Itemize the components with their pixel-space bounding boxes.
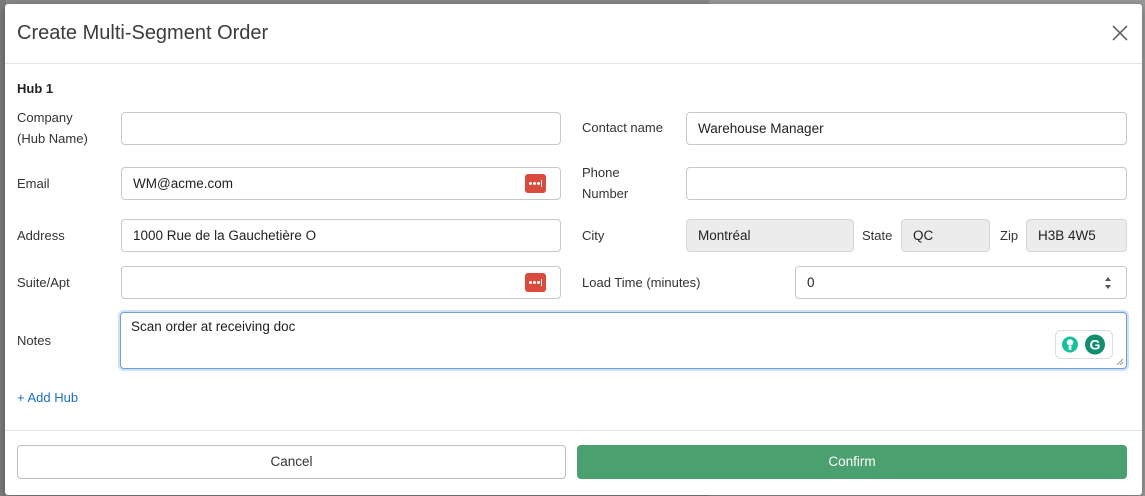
password-manager-icon[interactable] [525, 273, 546, 292]
grammarly-icon[interactable]: G [1055, 330, 1113, 359]
notes-label: Notes [17, 333, 51, 348]
state-label: State [862, 228, 893, 243]
confirm-button[interactable]: Confirm [577, 445, 1127, 479]
notes-textarea[interactable]: Scan order at receiving doc G [120, 312, 1127, 369]
city-input: Montréal [686, 219, 854, 252]
state-input: QC [901, 219, 990, 252]
email-value: WM@acme.com [133, 176, 233, 191]
notes-value: Scan order at receiving doc [131, 319, 296, 334]
company-label-line1: Company [17, 110, 73, 125]
contact-name-label: Contact name [582, 120, 663, 135]
suite-input[interactable] [121, 266, 561, 299]
phone-label: Phone Number [582, 162, 628, 204]
email-input[interactable]: WM@acme.com [121, 167, 561, 200]
company-label: Company (Hub Name) [17, 107, 88, 149]
modal-title: Create Multi-Segment Order [17, 22, 269, 44]
city-label: City [582, 228, 605, 243]
create-multi-segment-order-modal: Create Multi-Segment Order Hub 1 Company… [5, 4, 1142, 495]
add-hub-link[interactable]: + Add Hub [17, 390, 78, 405]
phone-label-line2: Number [582, 186, 629, 201]
footer-divider [5, 430, 1142, 431]
address-label: Address [17, 228, 65, 243]
cancel-button[interactable]: Cancel [17, 445, 566, 479]
load-time-label: Load Time (minutes) [582, 275, 701, 290]
suite-label: Suite/Apt [17, 275, 70, 290]
phone-label-line1: Phone [582, 165, 620, 180]
spinner-arrows-icon[interactable] [1104, 276, 1112, 290]
company-label-line2: (Hub Name) [17, 131, 88, 146]
svg-text:G: G [1090, 337, 1101, 353]
zip-label: Zip [1000, 228, 1019, 243]
address-input[interactable]: 1000 Rue de la Gauchetière O [121, 219, 561, 252]
load-time-value: 0 [807, 275, 815, 290]
phone-input[interactable] [686, 167, 1127, 200]
load-time-input[interactable]: 0 [795, 266, 1127, 299]
hub-title: Hub 1 [17, 81, 54, 96]
contact-name-input[interactable]: Warehouse Manager [686, 112, 1127, 145]
modal-header: Create Multi-Segment Order [5, 4, 1142, 64]
zip-input: H3B 4W5 [1026, 219, 1127, 252]
email-label: Email [17, 176, 50, 191]
resize-handle-icon[interactable] [1116, 358, 1124, 366]
company-input[interactable] [121, 112, 561, 145]
password-manager-icon[interactable] [525, 174, 546, 193]
close-icon[interactable] [1108, 21, 1132, 45]
